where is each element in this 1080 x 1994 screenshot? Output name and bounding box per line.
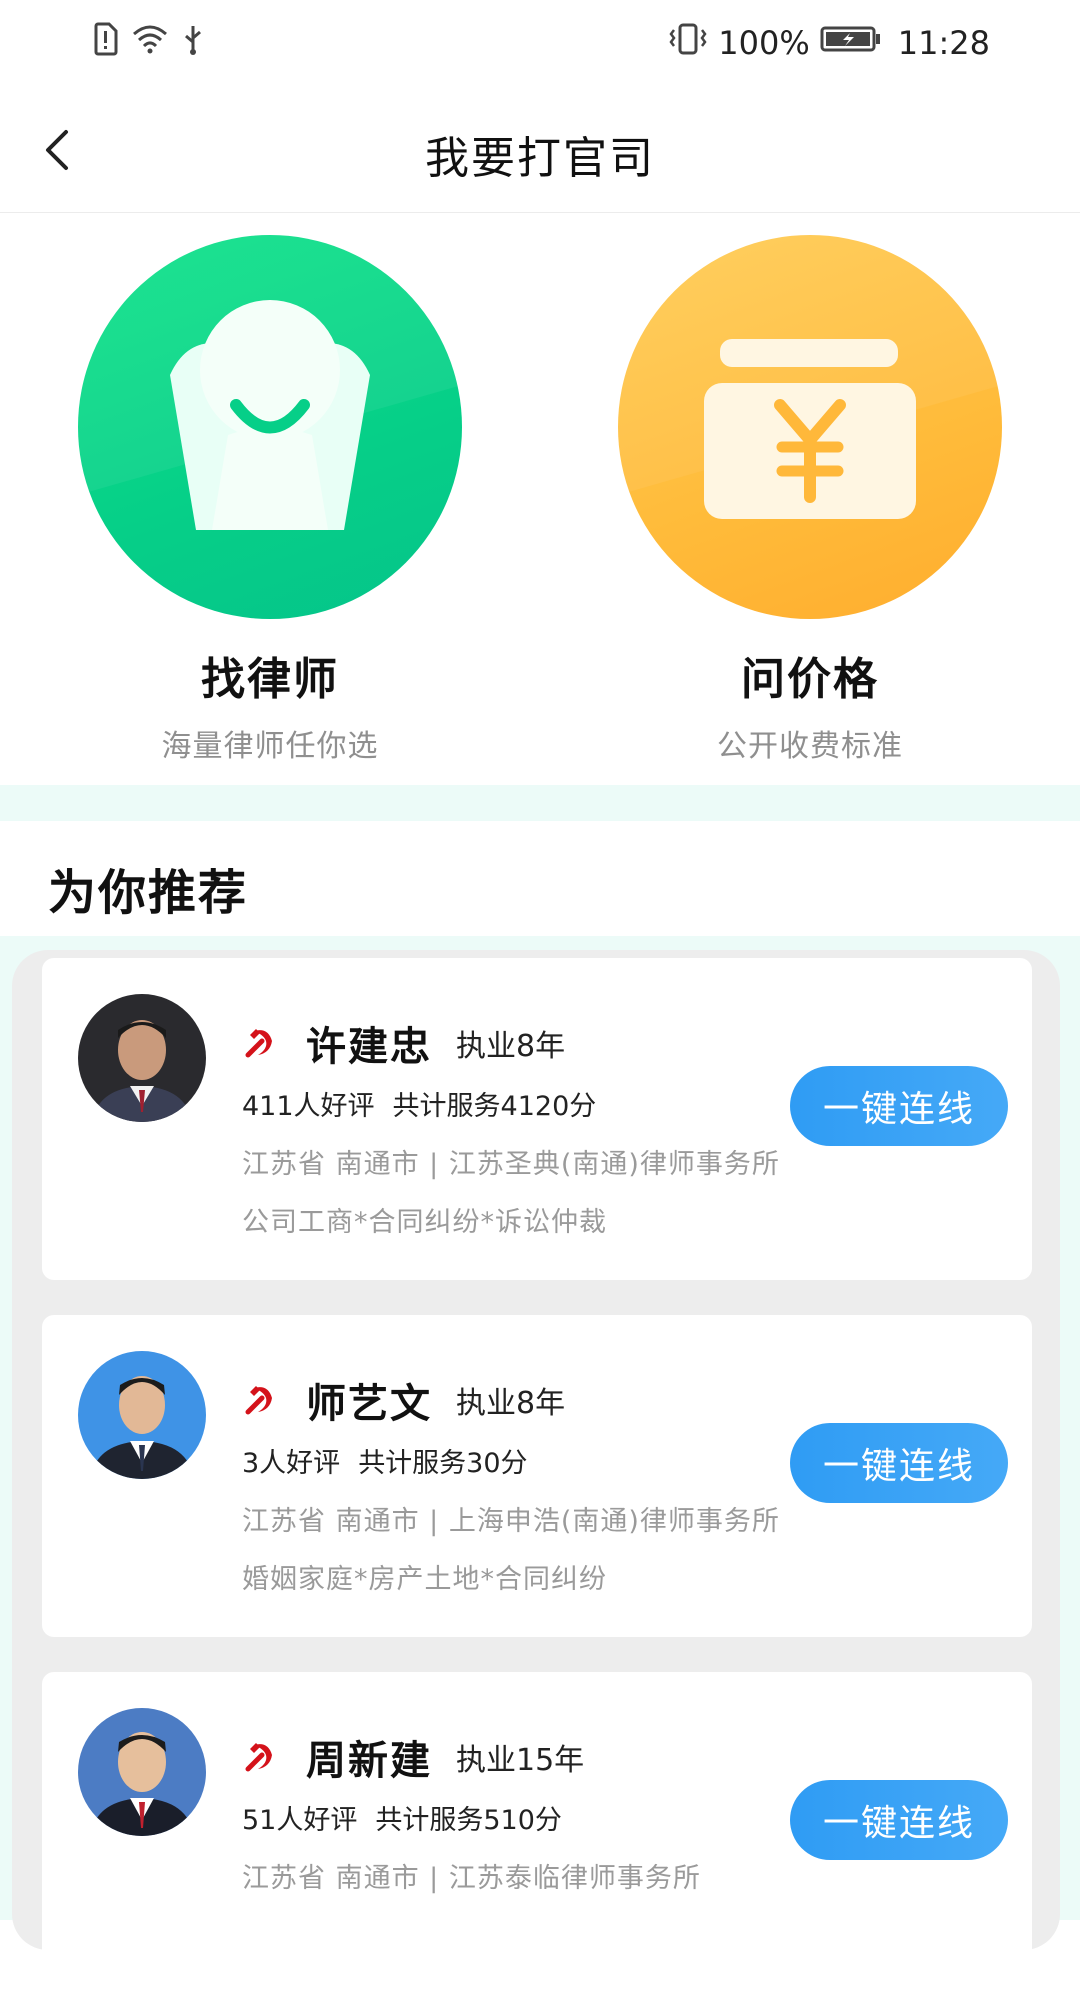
lawyer-location: 江苏省 南通市 | 江苏泰临律师事务所 — [242, 1863, 701, 1894]
party-emblem-icon — [245, 1386, 272, 1415]
lawyer-name: 师艺文 — [306, 1381, 432, 1427]
lawyer-card[interactable]: 师艺文 执业8年 3人好评 共计服务30分 江苏省 南通市 | 上海申浩(南通)律… — [42, 1315, 1032, 1637]
vibrate-icon — [668, 22, 708, 64]
status-left-icons — [92, 22, 204, 60]
connect-button[interactable]: 一键连线 — [790, 1780, 1008, 1860]
status-bar: 100% 11:28 — [0, 0, 1080, 86]
review-count: 3人好评 — [242, 1448, 341, 1479]
lawyer-fields: 婚姻家庭*房产土地*合同纠纷 — [242, 1564, 607, 1595]
battery-charging-icon — [820, 24, 882, 62]
party-emblem-icon — [245, 1743, 272, 1772]
avatar — [78, 1708, 206, 1836]
service-score: 共计服务510分 — [375, 1805, 562, 1836]
find-lawyer-action[interactable]: 找律师 海量律师任你选 — [70, 235, 470, 765]
practice-years: 执业8年 — [456, 1386, 566, 1421]
lawyer-name: 许建忠 — [306, 1024, 432, 1070]
usb-icon — [182, 22, 204, 60]
find-lawyer-title: 找律师 — [201, 654, 339, 705]
service-score: 共计服务4120分 — [392, 1091, 597, 1122]
lawyer-name-row: 周新建 执业15年 — [242, 1728, 584, 1786]
ask-price-title: 问价格 — [741, 654, 879, 705]
review-count: 411人好评 — [242, 1091, 375, 1122]
lawyer-stats: 411人好评 共计服务4120分 — [242, 1084, 596, 1123]
lawyer-list: 许建忠 执业8年 411人好评 共计服务4120分 江苏省 南通市 | 江苏圣典(… — [0, 936, 1080, 1994]
lawyer-name-row: 许建忠 执业8年 — [242, 1014, 565, 1072]
lawyer-stats: 51人好评 共计服务510分 — [242, 1798, 562, 1837]
ask-price-subtitle: 公开收费标准 — [717, 729, 903, 764]
avatar — [78, 1351, 206, 1479]
avatar — [78, 994, 206, 1122]
lawyer-stats: 3人好评 共计服务30分 — [242, 1441, 528, 1480]
practice-years: 执业15年 — [456, 1743, 585, 1778]
find-lawyer-subtitle: 海量律师任你选 — [161, 729, 379, 764]
connect-button[interactable]: 一键连线 — [790, 1423, 1008, 1503]
lawyer-location: 江苏省 南通市 | 上海申浩(南通)律师事务所 — [242, 1506, 780, 1537]
quick-actions: 找律师 海量律师任你选 问价格 公开收费标准 — [0, 213, 1080, 785]
lawyer-card[interactable]: 许建忠 执业8年 411人好评 共计服务4120分 江苏省 南通市 | 江苏圣典(… — [42, 958, 1032, 1280]
page-title: 我要打官司 — [425, 133, 655, 184]
lawyer-name: 周新建 — [306, 1738, 432, 1784]
practice-years: 执业8年 — [456, 1029, 566, 1064]
recommend-title: 为你推荐 — [48, 865, 249, 921]
wifi-icon — [132, 24, 168, 58]
section-divider — [0, 785, 1080, 821]
service-score: 共计服务30分 — [358, 1448, 528, 1479]
lawyer-location: 江苏省 南通市 | 江苏圣典(南通)律师事务所 — [242, 1149, 780, 1180]
price-wallet-icon — [618, 235, 1002, 619]
app-header: 我要打官司 — [0, 86, 1080, 213]
connect-button[interactable]: 一键连线 — [790, 1066, 1008, 1146]
recommend-header: 为你推荐 — [0, 821, 1080, 936]
battery-percent: 100% — [718, 24, 810, 62]
lawyer-name-row: 师艺文 执业8年 — [242, 1371, 565, 1429]
ask-price-action[interactable]: 问价格 公开收费标准 — [610, 235, 1010, 765]
sim-alert-icon — [92, 22, 118, 60]
lawyer-fields: 公司工商*合同纠纷*诉讼仲裁 — [242, 1207, 607, 1238]
party-emblem-icon — [245, 1029, 272, 1058]
clock: 11:28 — [897, 24, 990, 62]
find-lawyer-icon — [78, 235, 462, 619]
review-count: 51人好评 — [242, 1805, 358, 1836]
status-right: 100% 11:28 — [668, 22, 990, 64]
lawyer-card[interactable]: 周新建 执业15年 51人好评 共计服务510分 江苏省 南通市 | 江苏泰临律师… — [42, 1672, 1032, 1994]
